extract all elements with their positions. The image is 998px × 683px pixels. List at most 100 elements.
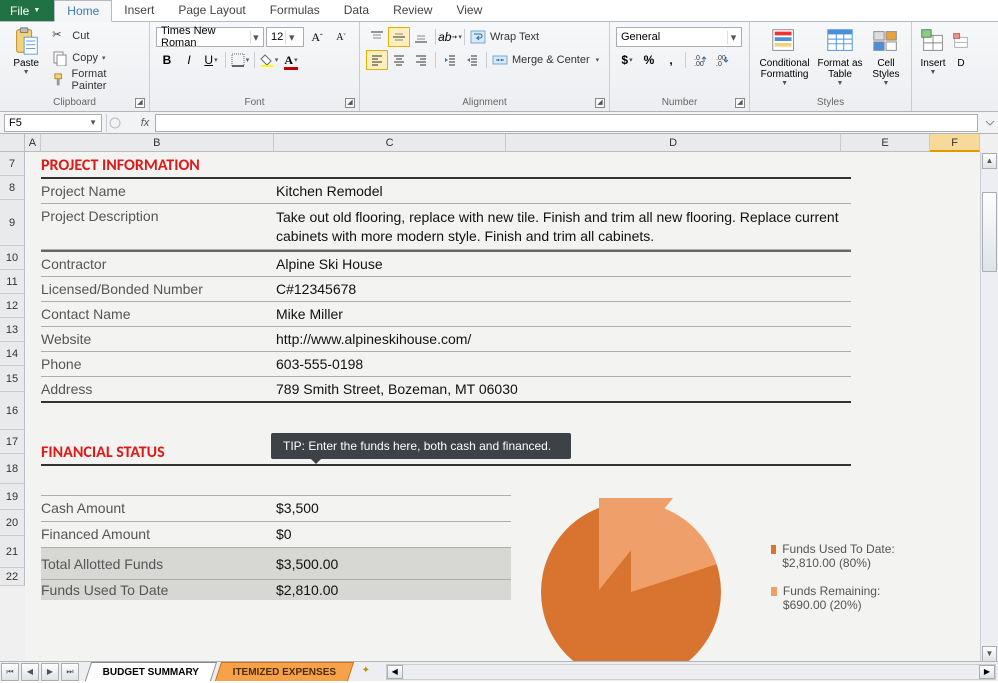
accounting-button[interactable]: $▾ xyxy=(616,50,638,70)
website-value[interactable]: http://www.alpineskihouse.com/ xyxy=(276,331,851,347)
column-header-E[interactable]: E xyxy=(841,134,931,152)
name-box[interactable]: F5▼ xyxy=(4,114,102,132)
new-sheet-button[interactable]: ✦ xyxy=(362,665,380,679)
row-header-12[interactable]: 12 xyxy=(0,294,25,318)
financed-amount-value[interactable]: $0 xyxy=(276,526,511,542)
cut-button[interactable]: ✂Cut xyxy=(50,26,143,46)
border-button[interactable]: ▾ xyxy=(229,50,251,70)
column-header-F[interactable]: F xyxy=(930,134,980,152)
align-middle-button[interactable] xyxy=(388,27,410,47)
tab-view[interactable]: View xyxy=(444,0,494,21)
row-header-9[interactable]: 9 xyxy=(0,200,25,246)
font-name-combo[interactable]: Times New Roman▾ xyxy=(156,27,264,47)
row-header-18[interactable]: 18 xyxy=(0,454,25,484)
decrease-decimal-button[interactable]: .00.0 xyxy=(711,50,733,70)
row-header-14[interactable]: 14 xyxy=(0,342,25,366)
project-desc-value[interactable]: Take out old flooring, replace with new … xyxy=(276,208,851,246)
number-dialog-launcher[interactable]: ◢ xyxy=(735,98,745,108)
align-left-button[interactable] xyxy=(366,50,388,70)
insert-cells-button[interactable]: Insert▼ xyxy=(918,24,948,76)
sheet-nav-last[interactable]: ⏭ xyxy=(61,663,79,681)
grow-font-button[interactable]: Aˆ xyxy=(306,27,328,47)
row-header-13[interactable]: 13 xyxy=(0,318,25,342)
decrease-indent-button[interactable] xyxy=(439,50,461,70)
underline-button[interactable]: U▾ xyxy=(200,50,222,70)
fx-buttons[interactable] xyxy=(107,114,135,132)
wrap-text-button[interactable]: Wrap Text xyxy=(468,27,541,47)
scroll-down-button[interactable]: ▼ xyxy=(982,646,997,662)
format-painter-button[interactable]: Format Painter xyxy=(50,70,143,90)
funds-used-value[interactable]: $2,810.00 xyxy=(276,582,511,598)
sheet-nav-first[interactable]: ⏮ xyxy=(1,663,19,681)
row-header-20[interactable]: 20 xyxy=(0,510,25,536)
scroll-thumb[interactable] xyxy=(982,192,997,272)
row-header-19[interactable]: 19 xyxy=(0,484,25,510)
align-bottom-button[interactable] xyxy=(410,27,432,47)
contractor-value[interactable]: Alpine Ski House xyxy=(276,256,851,272)
cells-area[interactable]: PROJECT INFORMATION Project NameKitchen … xyxy=(25,152,980,664)
license-value[interactable]: C#12345678 xyxy=(276,281,851,297)
tab-review[interactable]: Review xyxy=(381,0,444,21)
number-format-combo[interactable]: General▾ xyxy=(616,27,742,47)
hscroll-left[interactable]: ◀ xyxy=(387,665,403,679)
cash-amount-value[interactable]: $3,500 xyxy=(276,500,511,516)
tab-data[interactable]: Data xyxy=(332,0,381,21)
sheet-nav-prev[interactable]: ◀ xyxy=(21,663,39,681)
delete-cells-button[interactable]: D xyxy=(952,24,970,69)
merge-center-button[interactable]: Merge & Center▾ xyxy=(490,50,601,70)
column-header-B[interactable]: B xyxy=(41,134,274,152)
font-dialog-launcher[interactable]: ◢ xyxy=(345,98,355,108)
formula-input[interactable] xyxy=(155,114,978,132)
row-header-11[interactable]: 11 xyxy=(0,270,25,294)
align-center-button[interactable] xyxy=(388,50,410,70)
bold-button[interactable]: B xyxy=(156,50,178,70)
increase-decimal-button[interactable]: .0.00 xyxy=(689,50,711,70)
row-header-16[interactable]: 16 xyxy=(0,392,25,430)
shrink-font-button[interactable]: Aˇ xyxy=(330,27,352,47)
format-as-table-button[interactable]: Format as Table▼ xyxy=(817,24,863,87)
orientation-button[interactable]: ab↗▾ xyxy=(439,27,461,47)
align-right-button[interactable] xyxy=(410,50,432,70)
tab-file[interactable]: File▼ xyxy=(0,0,54,21)
row-header-17[interactable]: 17 xyxy=(0,430,25,454)
row-header-22[interactable]: 22 xyxy=(0,568,25,586)
column-header-A[interactable]: A xyxy=(25,134,41,152)
fx-icon[interactable]: fx xyxy=(135,117,155,129)
sheet-tab-itemized-expenses[interactable]: ITEMIZED EXPENSES xyxy=(215,662,355,681)
select-all-corner[interactable] xyxy=(0,134,25,152)
fill-color-button[interactable]: ▾ xyxy=(258,50,280,70)
tab-home[interactable]: Home xyxy=(54,0,112,22)
italic-button[interactable]: I xyxy=(178,50,200,70)
cell-styles-button[interactable]: Cell Styles▼ xyxy=(867,24,905,87)
tab-formulas[interactable]: Formulas xyxy=(258,0,332,21)
row-header-7[interactable]: 7 xyxy=(0,152,25,176)
percent-button[interactable]: % xyxy=(638,50,660,70)
comma-button[interactable]: , xyxy=(660,50,682,70)
row-header-21[interactable]: 21 xyxy=(0,536,25,568)
address-value[interactable]: 789 Smith Street, Bozeman, MT 06030 xyxy=(276,381,851,397)
horizontal-scrollbar[interactable]: ◀ ▶ xyxy=(386,664,996,680)
paste-button[interactable]: Paste ▼ xyxy=(6,24,46,76)
row-header-15[interactable]: 15 xyxy=(0,366,25,392)
phone-value[interactable]: 603-555-0198 xyxy=(276,356,851,372)
sheet-tab-budget-summary[interactable]: BUDGET SUMMARY xyxy=(85,662,217,681)
clipboard-dialog-launcher[interactable]: ◢ xyxy=(135,98,145,108)
row-header-8[interactable]: 8 xyxy=(0,176,25,200)
column-header-D[interactable]: D xyxy=(506,134,840,152)
copy-button[interactable]: Copy▾ xyxy=(50,48,143,68)
contact-value[interactable]: Mike Miller xyxy=(276,306,851,322)
font-size-combo[interactable]: 12▾ xyxy=(266,27,304,47)
vertical-scrollbar[interactable]: ▲ ▼ xyxy=(980,152,998,664)
conditional-formatting-button[interactable]: Conditional Formatting▼ xyxy=(756,24,813,87)
expand-formula-bar[interactable] xyxy=(982,114,998,132)
tab-insert[interactable]: Insert xyxy=(112,0,166,21)
align-top-button[interactable] xyxy=(366,27,388,47)
project-name-value[interactable]: Kitchen Remodel xyxy=(276,183,851,199)
hscroll-right[interactable]: ▶ xyxy=(979,665,995,679)
total-funds-value[interactable]: $3,500.00 xyxy=(276,556,511,572)
row-header-10[interactable]: 10 xyxy=(0,246,25,270)
scroll-up-button[interactable]: ▲ xyxy=(982,153,997,169)
alignment-dialog-launcher[interactable]: ◢ xyxy=(595,98,605,108)
increase-indent-button[interactable] xyxy=(461,50,483,70)
column-header-C[interactable]: C xyxy=(274,134,507,152)
